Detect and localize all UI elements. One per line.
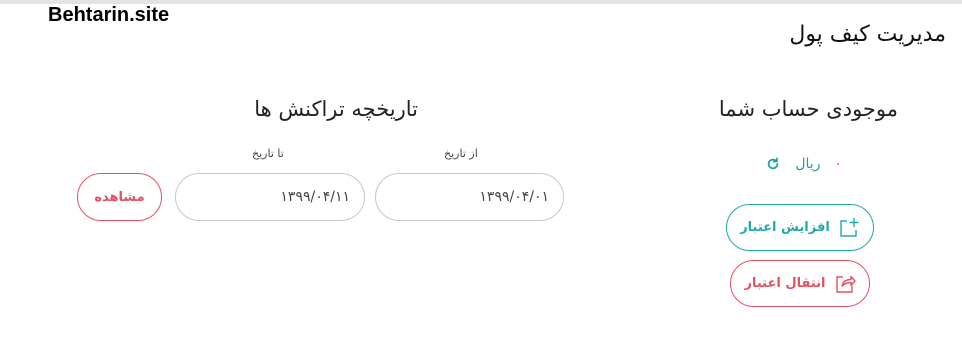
from-date-input[interactable] (375, 173, 564, 221)
balance-unit: ریال (795, 156, 821, 172)
transfer-credit-button[interactable]: انتقال اعتبار (730, 260, 870, 307)
site-watermark: Behtarin.site (48, 4, 170, 26)
history-title: تاریخچه تراکنش ها (254, 97, 418, 121)
refresh-icon[interactable] (765, 156, 781, 172)
from-date-label: از تاریخ (444, 147, 478, 160)
share-box-icon (834, 273, 856, 295)
to-date-input[interactable] (175, 173, 365, 221)
increase-credit-label: افزایش اعتبار (740, 220, 830, 235)
balance-title: موجودی حساب شما (718, 97, 898, 121)
to-date-label: تا تاریخ (252, 147, 284, 160)
transfer-credit-label: انتقال اعتبار (744, 276, 826, 291)
balance-row: ۰ ریال (765, 153, 842, 175)
add-box-icon (838, 217, 860, 239)
page-title: مدیریت کیف پول (789, 22, 946, 47)
view-button[interactable]: مشاهده (77, 173, 162, 221)
balance-value: ۰ (834, 156, 842, 172)
increase-credit-button[interactable]: افزایش اعتبار (726, 204, 874, 251)
